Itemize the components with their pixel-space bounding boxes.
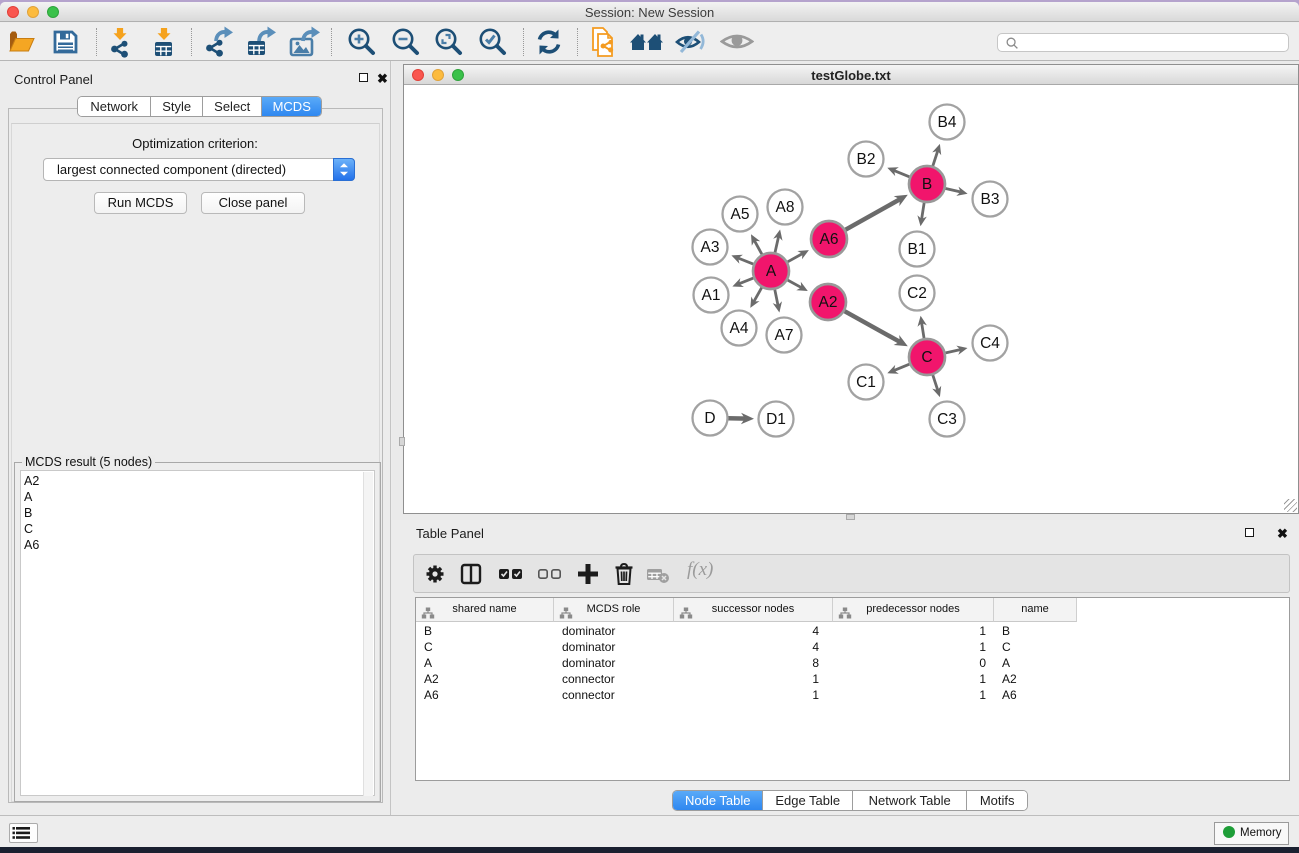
svg-text:B2: B2 [857, 151, 876, 168]
svg-text:B4: B4 [938, 114, 957, 131]
svg-text:B1: B1 [908, 241, 927, 258]
svg-text:C2: C2 [907, 285, 927, 302]
svg-text:C: C [921, 349, 932, 366]
svg-text:A8: A8 [776, 199, 795, 216]
svg-text:D: D [704, 410, 715, 427]
svg-text:A3: A3 [701, 239, 720, 256]
svg-text:B: B [922, 176, 932, 193]
svg-text:C1: C1 [856, 374, 876, 391]
svg-text:C3: C3 [937, 411, 957, 428]
svg-text:A4: A4 [730, 320, 749, 337]
svg-text:A7: A7 [775, 327, 794, 344]
svg-text:A2: A2 [819, 294, 838, 311]
svg-text:A5: A5 [731, 206, 750, 223]
svg-text:B3: B3 [981, 191, 1000, 208]
svg-text:C4: C4 [980, 335, 1000, 352]
svg-text:A: A [766, 263, 777, 280]
svg-text:A6: A6 [820, 231, 839, 248]
svg-text:A1: A1 [702, 287, 721, 304]
svg-text:D1: D1 [766, 411, 786, 428]
